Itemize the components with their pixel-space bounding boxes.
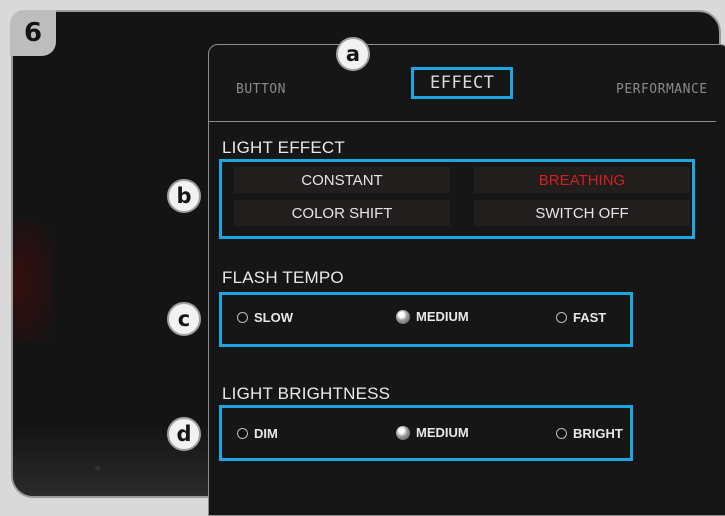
tab-button[interactable]: BUTTON bbox=[236, 82, 286, 97]
light-effect-title: LIGHT EFFECT bbox=[222, 138, 345, 157]
step-number-badge: 6 bbox=[10, 10, 56, 56]
tab-effect[interactable]: EFFECT bbox=[411, 67, 514, 99]
tempo-slow-option[interactable]: SLOW bbox=[237, 310, 293, 325]
tempo-fast-option[interactable]: FAST bbox=[556, 310, 606, 325]
brightness-medium-label: MEDIUM bbox=[416, 425, 469, 440]
tempo-medium-label: MEDIUM bbox=[416, 309, 469, 324]
tempo-slow-label: SLOW bbox=[254, 310, 293, 325]
radio-selected-icon[interactable] bbox=[396, 309, 410, 324]
radio-selected-icon[interactable] bbox=[396, 425, 410, 440]
callout-a: a bbox=[336, 37, 370, 71]
brightness-bright-label: BRIGHT bbox=[573, 426, 623, 441]
brightness-dim-label: DIM bbox=[254, 426, 278, 441]
background-glow bbox=[13, 222, 53, 342]
brightness-medium-option[interactable]: MEDIUM bbox=[396, 425, 469, 440]
effect-switch-off-button[interactable]: SWITCH OFF bbox=[474, 200, 690, 226]
effect-constant-button[interactable]: CONSTANT bbox=[234, 167, 450, 193]
effect-color-shift-button[interactable]: COLOR SHIFT bbox=[234, 200, 450, 226]
flash-tempo-title: FLASH TEMPO bbox=[222, 268, 344, 287]
step-number: 6 bbox=[23, 18, 43, 48]
tab-divider bbox=[209, 121, 716, 122]
callout-d: d bbox=[167, 417, 201, 451]
callout-b: b bbox=[167, 179, 201, 213]
callout-c: c bbox=[167, 302, 201, 336]
tempo-fast-label: FAST bbox=[573, 310, 607, 325]
tab-performance[interactable]: PERFORMANCE bbox=[616, 82, 708, 97]
brightness-dim-option[interactable]: DIM bbox=[237, 426, 278, 441]
radio-icon[interactable] bbox=[556, 428, 567, 439]
light-brightness-title: LIGHT BRIGHTNESS bbox=[222, 384, 391, 403]
effect-breathing-button[interactable]: BREATHING bbox=[474, 167, 690, 193]
radio-icon[interactable] bbox=[556, 312, 567, 323]
radio-icon[interactable] bbox=[237, 428, 248, 439]
tempo-medium-option[interactable]: MEDIUM bbox=[396, 309, 469, 324]
radio-icon[interactable] bbox=[237, 312, 248, 323]
brightness-bright-option[interactable]: BRIGHT bbox=[556, 426, 623, 441]
